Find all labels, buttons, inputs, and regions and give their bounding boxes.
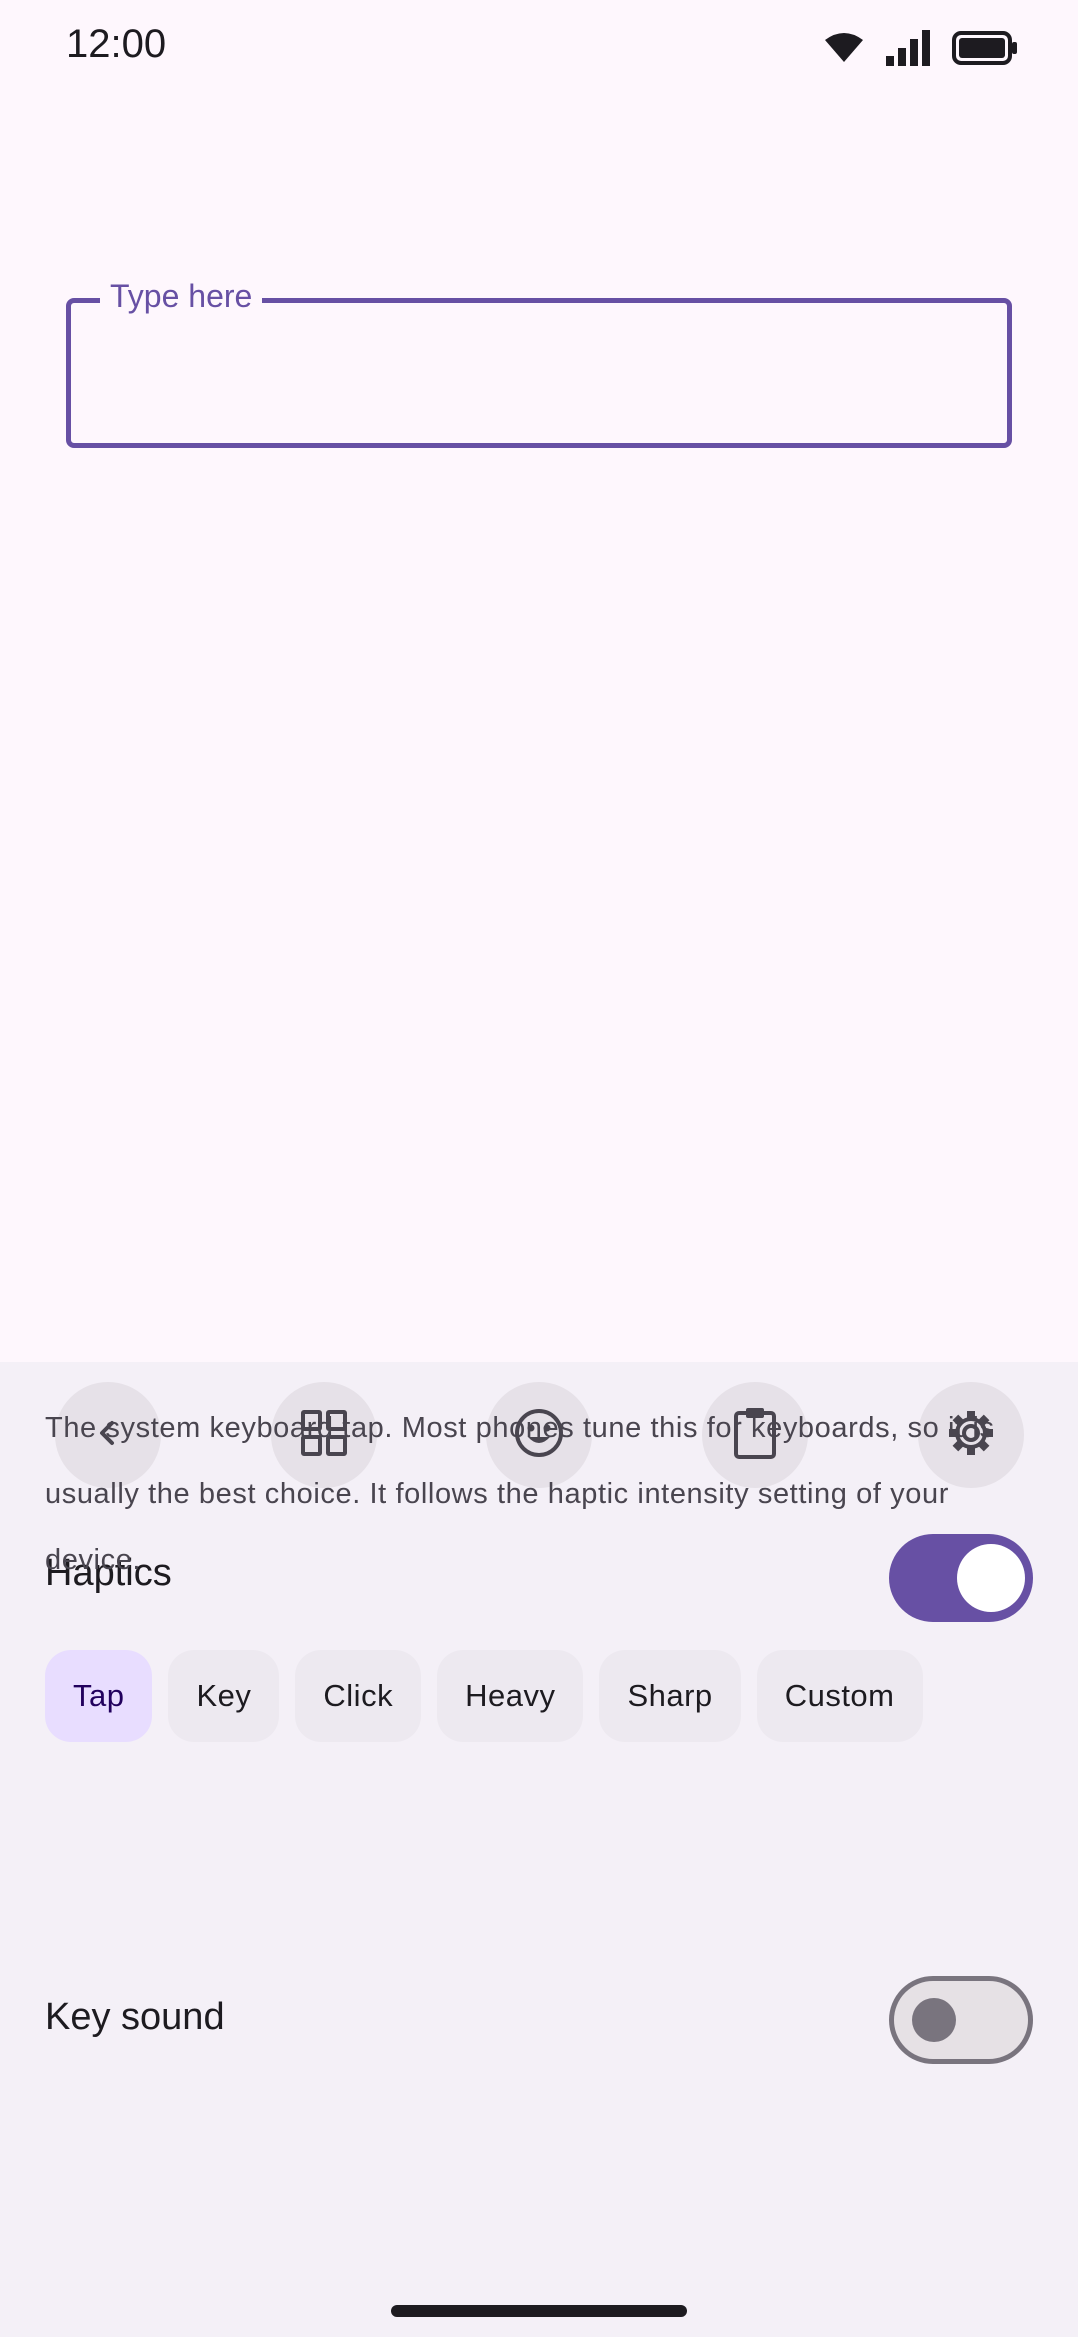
key-sound-label: Key sound — [45, 1996, 225, 2038]
wifi-icon — [824, 32, 864, 64]
status-icons — [824, 26, 1018, 70]
text-input-field[interactable] — [66, 298, 1012, 448]
chip-custom[interactable]: Custom — [756, 1650, 923, 1742]
haptics-description: The system keyboard tap. Most phones tun… — [45, 1412, 995, 1576]
chip-click[interactable]: Click — [295, 1650, 422, 1742]
battery-icon — [952, 31, 1018, 65]
status-bar: 12:00 — [0, 0, 1078, 96]
key-sound-toggle-thumb — [912, 1998, 956, 2042]
chip-tap[interactable]: Tap — [45, 1650, 153, 1742]
chip-heavy[interactable]: Heavy — [437, 1650, 584, 1742]
haptic-type-chips: Tap Key Click Heavy Sharp Custom — [45, 1650, 923, 1742]
key-sound-toggle[interactable] — [889, 1976, 1033, 2064]
status-time: 12:00 — [66, 22, 167, 66]
chip-sharp[interactable]: Sharp — [599, 1650, 741, 1742]
text-input-label: Type here — [100, 276, 263, 316]
signal-icon — [886, 30, 930, 66]
home-indicator[interactable] — [391, 2305, 687, 2317]
chip-key[interactable]: Key — [168, 1650, 280, 1742]
